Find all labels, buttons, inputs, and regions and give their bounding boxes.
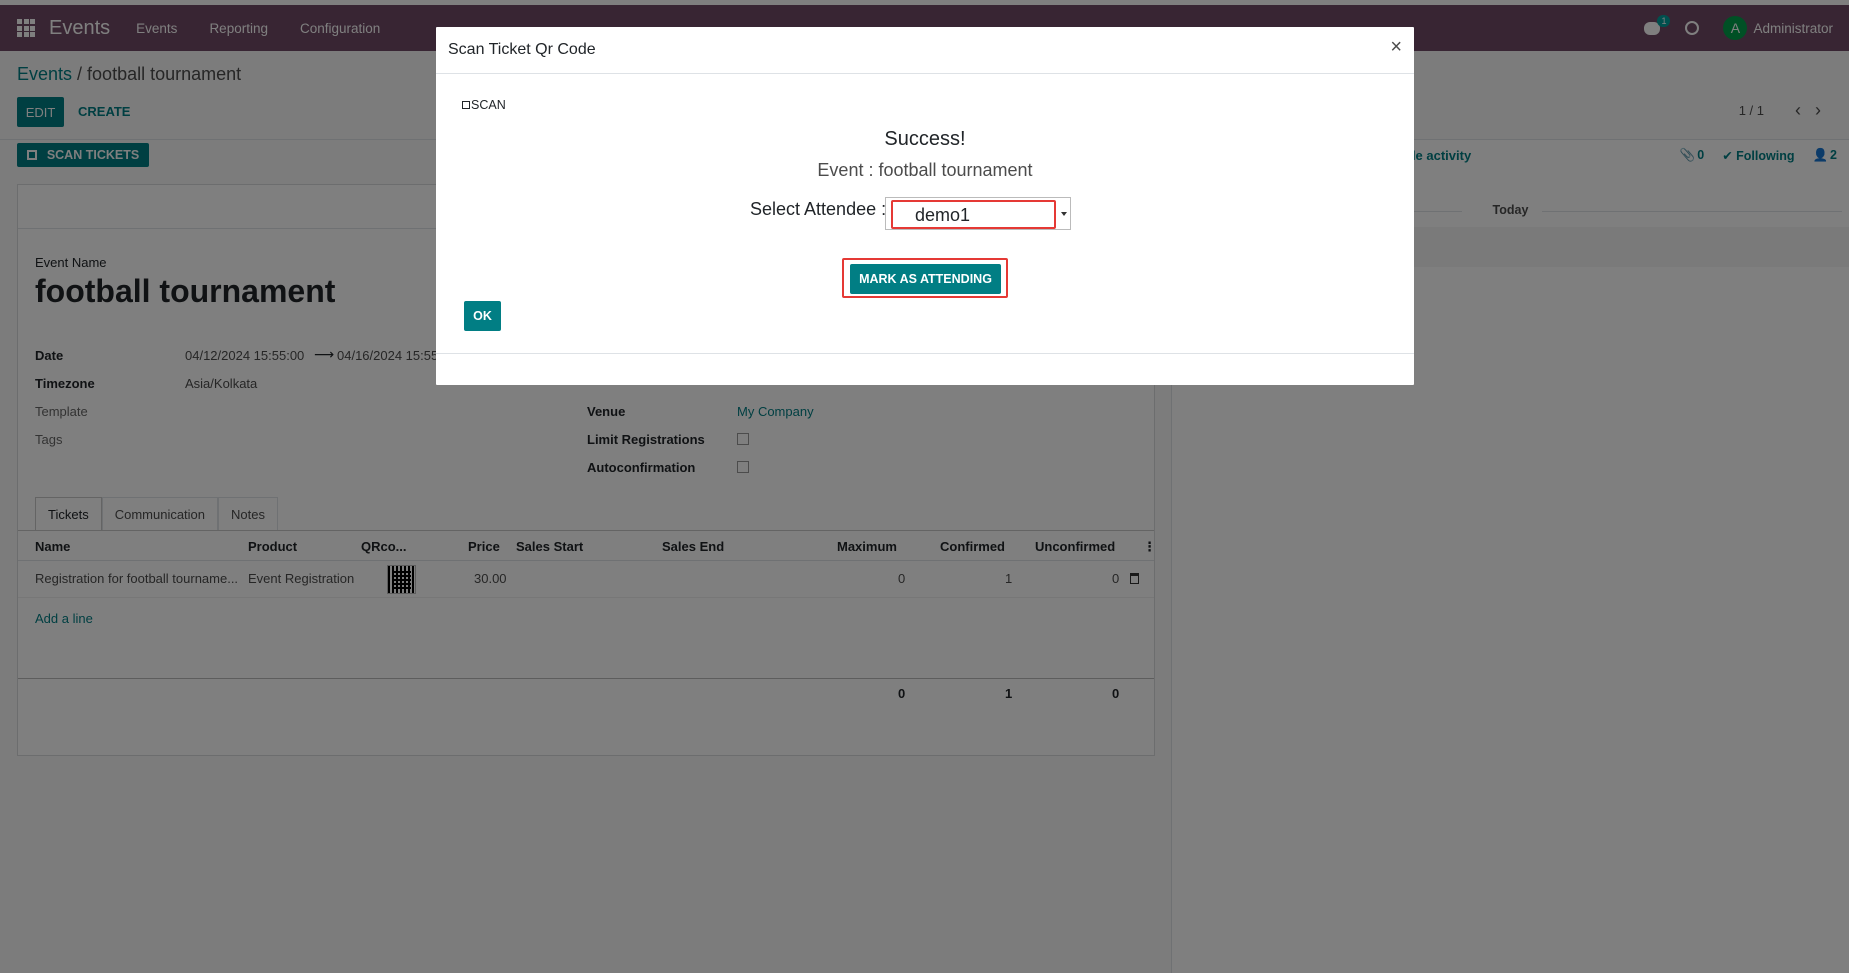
event-info: Event : football tournament — [817, 160, 1033, 180]
scan-label: SCAN — [471, 98, 506, 112]
scan-button[interactable]: SCAN — [462, 98, 506, 112]
qr-code-icon — [462, 101, 470, 109]
attendee-select-value[interactable]: demo1 — [891, 200, 1056, 229]
mark-as-attending-button[interactable]: MARK AS ATTENDING — [850, 264, 1001, 294]
attendee-select[interactable]: demo1 — [885, 197, 1071, 230]
dialog-header: Scan Ticket Qr Code × — [436, 27, 1414, 74]
select-attendee-label: Select Attendee : — [750, 199, 887, 219]
success-heading: Success! — [884, 128, 966, 150]
dialog-title: Scan Ticket Qr Code — [448, 41, 596, 58]
dialog-footer — [436, 353, 1414, 354]
close-icon[interactable]: × — [1390, 36, 1402, 59]
scan-ticket-dialog: Scan Ticket Qr Code × SCAN Success! Even… — [436, 27, 1414, 385]
ok-button[interactable]: OK — [464, 301, 501, 331]
chevron-down-icon[interactable] — [1061, 212, 1067, 216]
